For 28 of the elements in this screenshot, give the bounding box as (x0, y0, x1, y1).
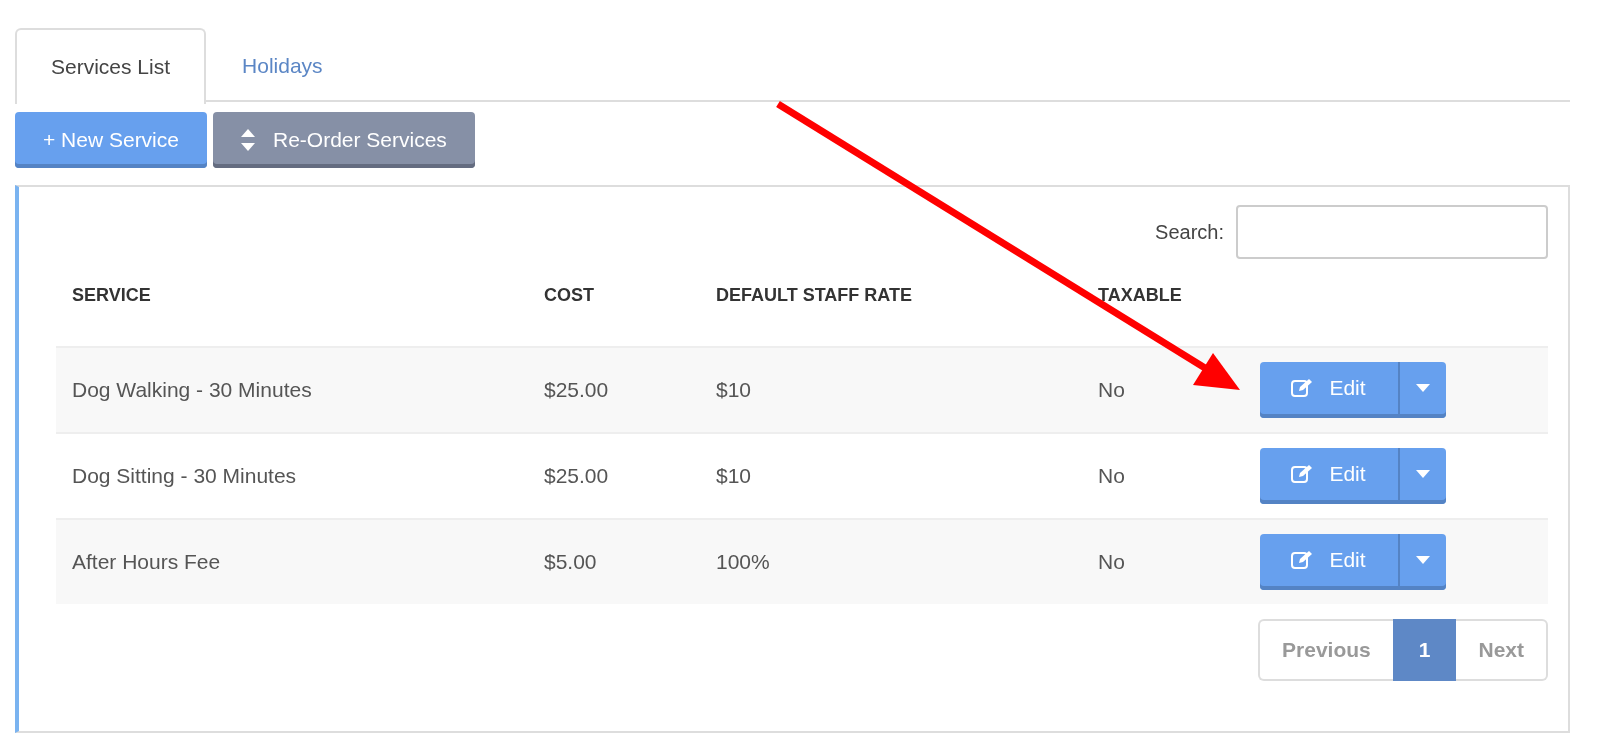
column-header: TAXABLE (1082, 285, 1244, 347)
next-button[interactable]: Next (1456, 619, 1548, 681)
tab[interactable]: Services List (15, 28, 207, 104)
table-cell: $10 (700, 347, 1082, 433)
table-cell: Dog Walking - 30 Minutes (56, 347, 528, 433)
sort-icon (240, 129, 255, 151)
column-header: DEFAULT STAFF RATE (700, 285, 1082, 347)
edit-icon (1291, 550, 1314, 570)
edit-icon (1291, 378, 1314, 398)
table-cell: After Hours Fee (56, 519, 528, 604)
new-service-button[interactable]: + New Service (15, 112, 207, 168)
search-label: Search: (1155, 220, 1224, 244)
tab[interactable]: Holidays (206, 28, 359, 102)
caret-icon (1415, 384, 1430, 392)
table-cell: No (1082, 347, 1244, 433)
previous-button[interactable]: Previous (1258, 619, 1393, 681)
edit-icon (1291, 464, 1314, 484)
table-cell: 100% (700, 519, 1082, 604)
caret-icon (1415, 556, 1430, 564)
page-button[interactable]: 1 (1392, 619, 1457, 681)
search-field[interactable] (1236, 205, 1548, 259)
reorder-button[interactable]: Re-Order Services (212, 112, 475, 168)
caret-icon (1415, 470, 1430, 478)
table-cell: $25.00 (528, 347, 700, 433)
column-header: COST (528, 285, 700, 347)
column-header: SERVICE (56, 285, 528, 347)
table-cell: $5.00 (528, 519, 700, 604)
table-cell: No (1082, 519, 1244, 604)
